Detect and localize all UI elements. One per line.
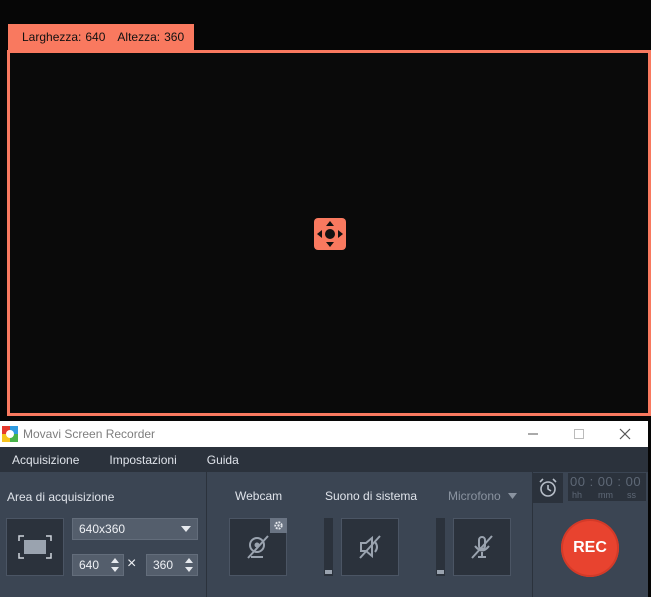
menu-bar: Acquisizione Impostazioni Guida (0, 447, 648, 472)
alarm-clock-icon (539, 478, 557, 497)
webcam-off-icon (247, 535, 269, 559)
maximize-icon (574, 429, 584, 439)
system-sound-label: Suono di sistema (325, 489, 418, 503)
schedule-timer-button[interactable] (533, 473, 563, 503)
menu-guida[interactable]: Guida (207, 453, 239, 467)
width-value: 640 (85, 30, 106, 44)
maximize-button[interactable] (556, 421, 602, 447)
capture-size-tab: Larghezza: 640 Altezza: 360 (8, 24, 194, 50)
app-logo-icon (2, 426, 18, 442)
timer-unit-mm: mm (598, 490, 613, 500)
resolution-preset-select[interactable]: 640x360 (72, 518, 198, 540)
height-input[interactable]: 360 (146, 554, 198, 576)
move-handle-icon[interactable] (314, 218, 346, 250)
timer-readout[interactable]: 00 : 00 : 00 hh mm ss (568, 473, 646, 501)
menu-impostazioni[interactable]: Impostazioni (109, 453, 176, 467)
width-label: Larghezza: (22, 30, 82, 44)
width-input[interactable]: 640 (72, 554, 124, 576)
minimize-icon (528, 433, 538, 435)
menu-acquisizione[interactable]: Acquisizione (12, 453, 79, 467)
section-divider (206, 472, 207, 597)
minimize-button[interactable] (510, 421, 556, 447)
height-input-value: 360 (153, 558, 174, 572)
width-input-value: 640 (79, 558, 100, 572)
timer-unit-ss: ss (627, 490, 636, 500)
stepper-icon[interactable] (185, 558, 193, 572)
dimension-separator: × (127, 555, 137, 572)
microphone-toggle-button[interactable] (453, 518, 511, 576)
title-bar: Movavi Screen Recorder (0, 421, 648, 447)
rec-button[interactable]: REC (561, 519, 619, 577)
height-label: Altezza: (117, 30, 161, 44)
webcam-label: Webcam (235, 489, 283, 503)
timer-unit-hh: hh (572, 490, 583, 500)
select-area-button[interactable] (6, 518, 64, 576)
timer-digits: 00 : 00 : 00 (570, 474, 642, 489)
stepper-icon[interactable] (111, 558, 119, 572)
capture-area-label: Area di acquisizione (7, 490, 115, 504)
capture-area-icon (18, 535, 52, 559)
microphone-muted-icon (471, 535, 493, 559)
chevron-down-icon[interactable] (508, 493, 517, 500)
speaker-muted-icon (359, 535, 381, 559)
microphone-level-meter (436, 518, 445, 576)
gear-icon (274, 521, 283, 530)
webcam-settings-button[interactable] (270, 518, 287, 533)
recorder-window: Movavi Screen Recorder Acquisizione Impo… (0, 421, 648, 597)
close-icon (619, 428, 631, 440)
chevron-down-icon (181, 526, 191, 532)
window-title: Movavi Screen Recorder (23, 427, 156, 441)
height-value: 360 (164, 30, 185, 44)
microphone-label[interactable]: Microfono (448, 489, 501, 503)
resolution-preset-value: 640x360 (79, 522, 126, 536)
system-sound-toggle-button[interactable] (341, 518, 399, 576)
close-button[interactable] (602, 421, 648, 447)
system-sound-level-meter (324, 518, 333, 576)
